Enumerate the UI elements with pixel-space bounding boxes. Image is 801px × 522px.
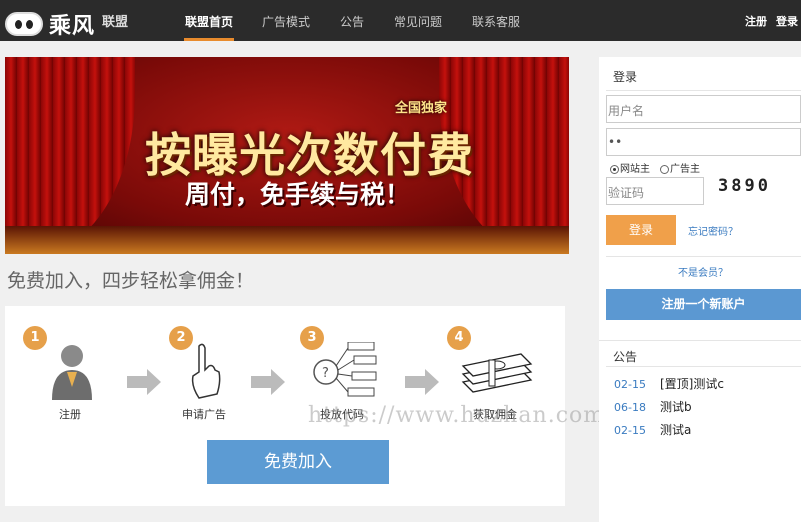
step-label: 注册 xyxy=(59,408,81,421)
promo-banner[interactable]: 全国独家 按曝光次数付费 周付，免手续与税！ xyxy=(5,57,569,254)
username-input[interactable]: 用户名 xyxy=(606,95,801,123)
stage-floor xyxy=(5,226,569,254)
role-ad-label: 广告主 xyxy=(670,164,700,175)
notice-text: [置顶]测试c xyxy=(659,377,724,391)
join-free-button[interactable]: 免费加入 xyxy=(207,440,389,484)
notice-date: 02-15 xyxy=(614,378,646,391)
divider xyxy=(599,340,801,341)
role-site-label: 网站主 xyxy=(620,164,650,175)
notice-title: 公告 xyxy=(613,350,638,364)
logo[interactable]: 乘风 xyxy=(5,8,95,40)
register-account-button[interactable]: 注册一个新账户 xyxy=(606,289,801,320)
not-member-link[interactable]: 不是会员？ xyxy=(678,264,728,279)
notice-date: 02-15 xyxy=(614,424,646,437)
banner-subline: 周付，免手续与税！ xyxy=(185,180,411,209)
notice-item[interactable]: 06-18 测试b xyxy=(614,398,692,415)
notice-date: 06-18 xyxy=(614,401,646,414)
login-title: 登录 xyxy=(613,70,638,84)
nav-ad-modes[interactable]: 广告模式 xyxy=(262,13,310,30)
step-apply-ad: 2 申请广告 xyxy=(165,306,255,426)
logo-text: 乘风 xyxy=(49,13,96,39)
nav-home[interactable]: 联盟首页 xyxy=(185,13,233,30)
notice-item[interactable]: 02-15 测试a xyxy=(614,421,691,438)
nav-notices[interactable]: 公告 xyxy=(340,13,364,30)
nav-register-link[interactable]: 注册 xyxy=(745,13,767,29)
active-tab-indicator xyxy=(184,38,234,41)
role-ad-radio[interactable]: 广告主 xyxy=(660,160,700,175)
user-icon xyxy=(52,345,92,400)
code-flow-icon: ? xyxy=(313,342,377,397)
top-nav: 乘风 联盟 联盟首页 广告模式 公告 常见问题 联系客服 注册 登录 xyxy=(0,0,801,41)
step-label: 申请广告 xyxy=(182,408,226,421)
steps-headline: 免费加入，四步轻松拿佣金！ xyxy=(7,270,255,292)
banner-tag: 全国独家 xyxy=(395,101,448,116)
forgot-password-link[interactable]: 忘记密码？ xyxy=(688,223,738,238)
nav-faq[interactable]: 常见问题 xyxy=(394,13,442,30)
divider xyxy=(606,256,801,257)
notice-text: 测试b xyxy=(659,400,692,414)
step-register: 1 注册 xyxy=(23,306,113,426)
role-site-radio[interactable]: 网站主 xyxy=(610,160,650,175)
logo-sub: 联盟 xyxy=(102,15,129,30)
pointing-hand-icon xyxy=(191,343,221,399)
step-number: 1 xyxy=(23,326,47,350)
divider xyxy=(606,90,801,91)
radio-unchecked-icon xyxy=(660,164,669,174)
mascot-logo-icon xyxy=(5,12,43,36)
svg-text:?: ? xyxy=(322,366,329,381)
password-input[interactable]: •• xyxy=(606,128,801,156)
captcha-image[interactable]: 3890 xyxy=(718,176,771,196)
nav-login-link[interactable]: 登录 xyxy=(776,13,798,29)
divider xyxy=(606,366,801,367)
notice-text: 测试a xyxy=(659,423,692,437)
login-button[interactable]: 登录 xyxy=(606,215,676,245)
money-stack-icon xyxy=(461,353,533,393)
notice-item[interactable]: 02-15 [置顶]测试c xyxy=(614,375,724,392)
captcha-input[interactable]: 验证码 xyxy=(606,177,704,205)
nav-contact[interactable]: 联系客服 xyxy=(472,13,520,30)
curtain-left xyxy=(5,57,135,254)
radio-checked-icon xyxy=(610,164,619,174)
